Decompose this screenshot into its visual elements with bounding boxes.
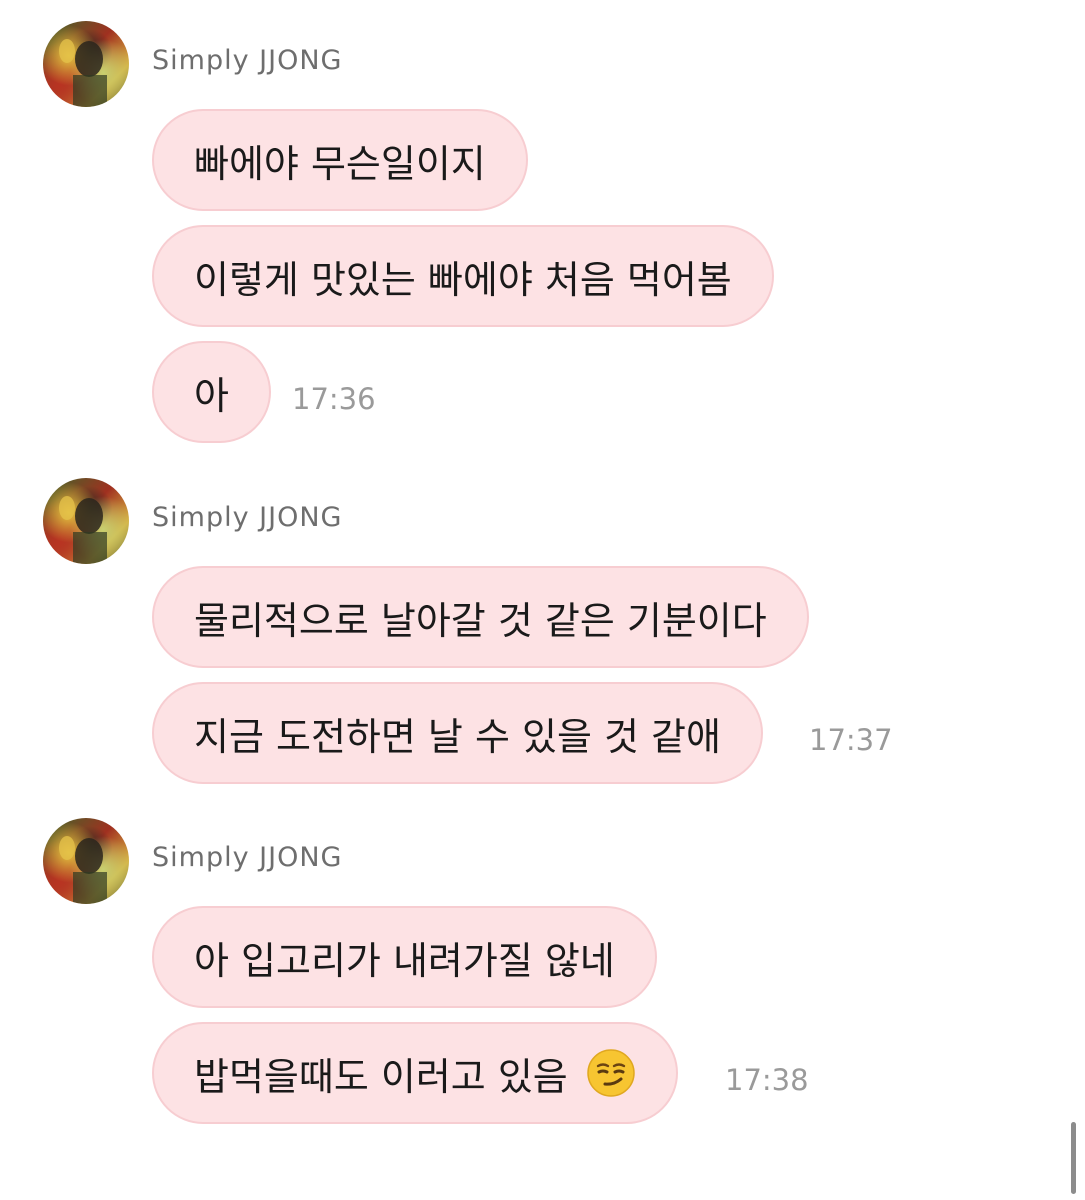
message-timestamp: 17:36 [292, 382, 376, 416]
sender-name: Simply JJONG [152, 502, 343, 533]
message-timestamp: 17:37 [809, 723, 893, 757]
scrollbar[interactable] [1071, 1122, 1076, 1194]
message-text: 빠에야 무슨일이지 [194, 141, 486, 186]
sender-avatar[interactable] [43, 21, 129, 107]
message-text: 이렇게 맛있는 빠에야 처음 먹어봄 [194, 257, 732, 302]
message-bubble[interactable]: 아 입고리가 내려가질 않네 [152, 906, 657, 1008]
message-bubble[interactable]: 빠에야 무슨일이지 [152, 109, 528, 211]
avatar-photo-icon [59, 39, 107, 107]
avatar-photo-icon [59, 496, 107, 564]
message-text: 아 [194, 373, 229, 418]
message-bubble[interactable]: 밥먹을때도 이러고 있음 [152, 1022, 678, 1124]
message-text: 지금 도전하면 날 수 있을 것 같애 [194, 714, 721, 759]
message-text: 밥먹을때도 이러고 있음 [194, 1054, 568, 1099]
message-bubble[interactable]: 지금 도전하면 날 수 있을 것 같애 [152, 682, 763, 784]
avatar-photo-icon [59, 836, 107, 904]
message-bubble[interactable]: 물리적으로 날아갈 것 같은 기분이다 [152, 566, 809, 668]
message-timestamp: 17:38 [725, 1063, 809, 1097]
sender-name: Simply JJONG [152, 45, 343, 76]
message-text: 물리적으로 날아갈 것 같은 기분이다 [194, 598, 767, 643]
smirking-face-emoji-icon [587, 1049, 635, 1097]
message-text: 아 입고리가 내려가질 않네 [194, 938, 615, 983]
message-bubble[interactable]: 아 [152, 341, 271, 443]
message-bubble[interactable]: 이렇게 맛있는 빠에야 처음 먹어봄 [152, 225, 774, 327]
sender-avatar[interactable] [43, 818, 129, 904]
sender-avatar[interactable] [43, 478, 129, 564]
sender-name: Simply JJONG [152, 842, 343, 873]
